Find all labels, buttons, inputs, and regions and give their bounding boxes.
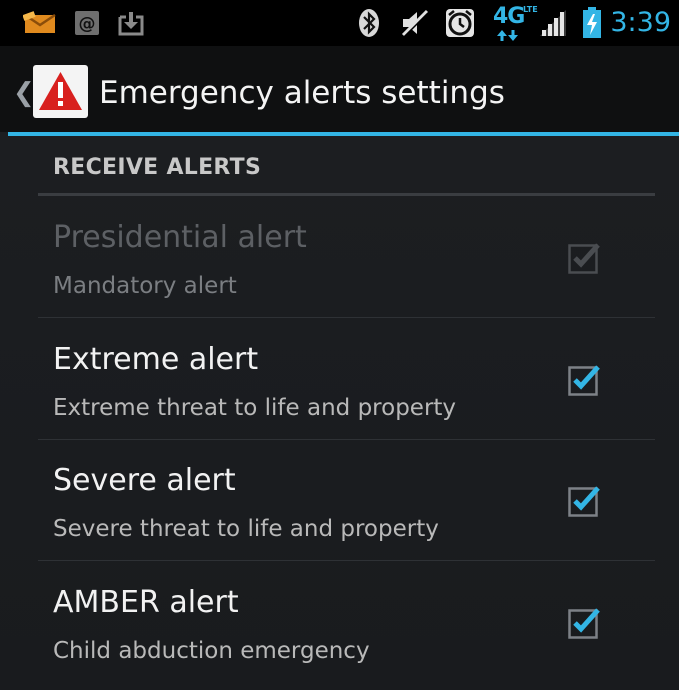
- checkbox-extreme-alert[interactable]: [568, 362, 602, 396]
- checkbox-severe-alert[interactable]: [568, 483, 602, 517]
- signal-icon: [538, 0, 568, 46]
- pref-title: Severe alert: [53, 463, 236, 498]
- checkbox-amber-alert[interactable]: [568, 605, 602, 639]
- category-header: RECEIVE ALERTS: [53, 155, 262, 180]
- warning-triangle-icon[interactable]: [33, 65, 88, 118]
- category-divider: [38, 193, 655, 196]
- pref-title: Extreme alert: [53, 342, 259, 377]
- pref-summary: Extreme threat to life and property: [53, 395, 457, 421]
- network-label: 4G: [493, 4, 525, 29]
- pref-row-severe-alert[interactable]: Severe alert Severe threat to life and p…: [38, 441, 655, 561]
- network-sub-label: LTE: [523, 5, 538, 14]
- pref-summary: Child abduction emergency: [53, 638, 370, 664]
- email-at-icon[interactable]: @: [72, 0, 102, 46]
- download-icon[interactable]: [116, 0, 146, 46]
- checkbox-presidential-alert: [568, 240, 602, 274]
- pref-summary: Mandatory alert: [53, 273, 237, 299]
- row-divider: [38, 317, 655, 318]
- pref-row-amber-alert[interactable]: AMBER alert Child abduction emergency: [38, 563, 655, 683]
- screen: @ 4G LTE 3:39 ❮ Emergency alerts setting…: [0, 0, 679, 690]
- network-type-indicator: 4G LTE: [493, 0, 539, 46]
- pref-title: AMBER alert: [53, 585, 239, 620]
- svg-text:@: @: [79, 14, 96, 34]
- up-navigation-icon[interactable]: ❮: [13, 78, 35, 108]
- mail-icon[interactable]: [22, 0, 58, 46]
- bluetooth-icon: [357, 0, 381, 46]
- pref-title: Presidential alert: [53, 220, 307, 255]
- row-divider: [38, 560, 655, 561]
- pref-row-extreme-alert[interactable]: Extreme alert Extreme threat to life and…: [38, 320, 655, 440]
- pref-row-presidential-alert: Presidential alert Mandatory alert: [38, 198, 655, 318]
- page-title: Emergency alerts settings: [99, 75, 505, 111]
- vibrate-icon: [398, 0, 432, 46]
- alarm-clock-icon: [443, 0, 477, 46]
- status-bar: @ 4G LTE 3:39: [0, 0, 679, 46]
- status-time: 3:39: [610, 7, 671, 38]
- battery-charging-icon: [580, 0, 604, 46]
- row-divider: [38, 439, 655, 440]
- pref-summary: Severe threat to life and property: [53, 516, 439, 542]
- action-bar-divider: [8, 132, 679, 136]
